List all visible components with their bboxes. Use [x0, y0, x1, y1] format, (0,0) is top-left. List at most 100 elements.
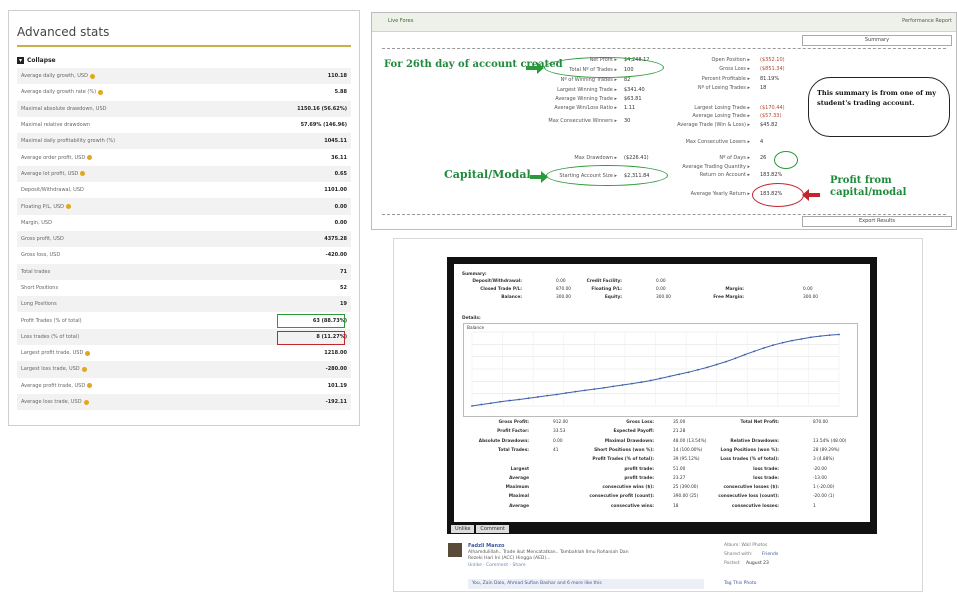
tag-photo-link[interactable]: Tag This Photo [724, 581, 757, 586]
stats-row: Profit Trades (% of total) 63 (88.73%) [17, 312, 351, 329]
statement-cell: Profit Trades (% of total): [592, 457, 654, 463]
stats-row: Average loss trade, USD -192.11 [17, 393, 351, 411]
balance-point [555, 393, 558, 396]
balance-point [518, 398, 520, 401]
stats-row: Gross profit, USD 4375.28 [17, 230, 351, 248]
balance-point [687, 371, 690, 374]
balance-point [696, 368, 699, 371]
tab-summary[interactable]: Summary [802, 35, 952, 46]
annotation-capital: Capital/Modal [444, 168, 531, 181]
photo-post: Summary: Deposit/Withdrawal: 0.00 Credit F… [393, 238, 923, 592]
info-icon[interactable] [89, 73, 95, 79]
stats-label-text: Average lot profit, USD [21, 170, 79, 177]
statement-cell: Profit Factor: [497, 429, 529, 435]
summary-field-value: $45.82 [760, 122, 778, 128]
stats-row-label: Largest loss trade, USD [21, 366, 87, 372]
statement-cell: Relative Drawdown: [730, 438, 779, 444]
stats-row: Floating P/L, USD 0.00 [17, 198, 351, 215]
tab-performance-report[interactable]: Performance Report [902, 18, 952, 24]
statement-cell: Long Positions (won %): [720, 447, 779, 453]
statement-cell: loss trade: [753, 475, 779, 481]
statement-cell: Largest [510, 466, 529, 472]
balance-point [631, 382, 633, 385]
statement-cell: 0.00 [553, 438, 563, 444]
info-icon[interactable] [81, 366, 87, 372]
stats-label-text: Average daily growth rate (%) [21, 89, 97, 96]
balance-point [649, 379, 652, 382]
balance-point [565, 392, 568, 394]
stats-label-text: Profit Trades (% of total) [21, 317, 82, 324]
unlike-tab[interactable]: Unlike [451, 525, 475, 533]
shared-friends[interactable]: Friends [762, 552, 778, 557]
balance-point [725, 360, 727, 363]
balance-point [838, 333, 840, 336]
stats-row-value: -192.11 [325, 399, 347, 406]
stats-label-text: Long Positions [21, 301, 57, 308]
comment-tab[interactable]: Comment [476, 525, 509, 533]
collapse-toggle[interactable]: ▾ Collapse [17, 57, 56, 64]
tab-live-forex[interactable]: Live Forex [388, 18, 413, 24]
stats-row-value: 101.19 [327, 382, 347, 389]
avatar[interactable] [448, 543, 462, 557]
album-info[interactable]: Album: Wall Photos [724, 543, 767, 548]
statement-cell: 0.00 [656, 287, 666, 292]
info-icon[interactable] [83, 399, 89, 405]
stats-row-label: Average loss trade, USD [21, 399, 89, 405]
info-icon[interactable] [98, 89, 104, 95]
stats-label-text: Deposit/Withdrawal, USD [21, 187, 84, 194]
balance-point [621, 384, 624, 386]
statement-cell: Credit Facility: [586, 279, 622, 284]
balance-point [471, 405, 473, 407]
export-results-button[interactable]: Export Results [802, 216, 952, 227]
info-icon[interactable] [66, 204, 72, 210]
summary-field-label: Average Trading Quantity ▸ [682, 164, 750, 170]
statement-sheet: Summary: Deposit/Withdrawal: 0.00 Credit F… [454, 264, 870, 522]
info-icon[interactable] [85, 350, 91, 356]
summary-field-label: Max Consecutive Losers ▸ [685, 139, 750, 145]
statement-cell: 13.54% (48.00) [813, 438, 847, 444]
statement-cell: Gross Loss: [626, 420, 654, 425]
balance-point [819, 335, 822, 338]
info-icon[interactable] [80, 171, 86, 177]
title-rule [17, 45, 351, 47]
stats-row-value: 19 [340, 301, 347, 308]
stats-row-label: Gross loss, USD [21, 252, 60, 258]
statement-cell: 300.00 [656, 295, 672, 300]
statement-cell: Loss trades (% of total): [720, 457, 779, 463]
statement-cell: loss trade: [753, 466, 779, 472]
statement-photo[interactable]: Summary: Deposit/Withdrawal: 0.00 Credit F… [447, 257, 877, 534]
stats-row: Total trades 71 [17, 263, 351, 280]
info-icon[interactable] [87, 155, 93, 161]
stats-row-label: Floating P/L, USD [21, 204, 72, 210]
stats-label-text: Gross profit, USD [21, 236, 64, 243]
balance-point [706, 366, 709, 369]
info-icon[interactable] [87, 383, 93, 389]
statement-cell: 23.27 [673, 475, 686, 481]
stats-row-label: Total trades [21, 269, 50, 275]
stats-label-text: Average daily growth, USD [21, 73, 88, 80]
balance-chart: Balance [463, 323, 858, 417]
statement-cell: consecutive wins: [610, 503, 654, 509]
stats-row: Largest profit trade, USD 1218.00 [17, 345, 351, 361]
post-text-1: Alhamdulillah.. Trade ikut Mencatatkan..… [468, 550, 629, 555]
statement-cell: Equity: [604, 295, 622, 300]
starting-account-highlight [546, 165, 668, 186]
statement-cell: 39 (95.12%) [673, 457, 700, 463]
posted-date: August 23 [746, 561, 769, 566]
balance-point [640, 381, 643, 384]
likes-text[interactable]: You, Zain Dalo, Ahmad Sufian Bashar and … [472, 581, 602, 586]
stats-row-value: 57.69% (146.96) [300, 122, 347, 129]
stats-row: Maximal relative drawdown 57.69% (146.96) [17, 117, 351, 133]
balance-point [715, 363, 718, 366]
post-actions[interactable]: Unlike · Comment · Share [468, 563, 525, 568]
statement-cell: -13.00 [813, 475, 827, 481]
statement-cell: Total Trades: [498, 447, 529, 453]
statement-cell: Balance: [501, 295, 522, 300]
post-author[interactable]: Fadzli Manzo [468, 543, 504, 549]
stats-row: Loss trades (% of total) 8 (11.27%) [17, 328, 351, 346]
statement-cell: 48.00 (13.54%) [673, 438, 707, 444]
statement-cell: consecutive profit (count): [589, 494, 654, 500]
balance-point [489, 402, 492, 405]
summary-field-label: Nº of Days ▸ [719, 155, 750, 161]
collapse-label: Collapse [27, 57, 56, 64]
